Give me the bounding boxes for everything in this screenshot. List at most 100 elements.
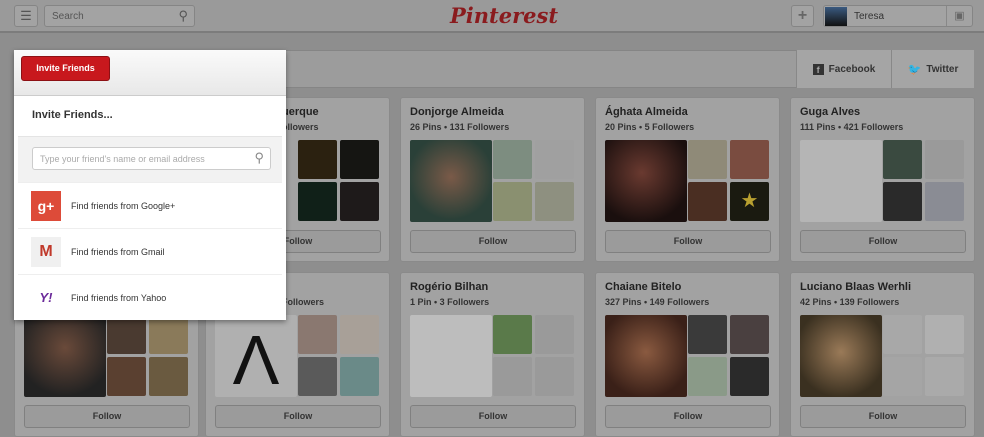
pin-thumb[interactable]	[493, 140, 532, 179]
pin-thumb[interactable]	[535, 357, 574, 396]
invite-friends-popup: Invite Friends Invite Friends... Type yo…	[14, 50, 286, 320]
pin-thumb[interactable]	[730, 315, 769, 354]
pinterest-logo[interactable]: Pinterest	[450, 3, 558, 28]
option-label: Find friends from Google+	[71, 200, 176, 211]
card-name[interactable]: Rogério Bilhan	[410, 281, 488, 293]
user-card: Donjorge Almeida 26 Pins • 131 Followers…	[400, 97, 585, 262]
board-cover[interactable]	[800, 140, 882, 222]
popup-search-area: Type your friend's name or email address…	[18, 136, 282, 182]
board-cover[interactable]: Λ	[215, 315, 297, 399]
pin-thumb[interactable]	[493, 357, 532, 396]
user-card: Rogério Bilhan 1 Pin • 3 Followers Follo…	[400, 272, 585, 437]
card-stats: 20 Pins • 5 Followers	[605, 122, 695, 132]
follow-button[interactable]: Follow	[800, 405, 966, 428]
pin-thumb[interactable]	[688, 182, 727, 221]
find-gmail[interactable]: M Find friends from Gmail	[18, 228, 282, 274]
pin-thumb[interactable]	[298, 182, 337, 221]
pin-thumb[interactable]	[925, 182, 964, 221]
pin-thumb[interactable]	[883, 315, 922, 354]
twitter-icon: 🐦	[907, 63, 922, 76]
friend-search-input[interactable]: Type your friend's name or email address…	[32, 147, 271, 170]
pin-thumb[interactable]	[340, 357, 379, 396]
pin-thumb[interactable]	[883, 182, 922, 221]
board-cover[interactable]	[800, 315, 882, 397]
card-name[interactable]: Donjorge Almeida	[410, 106, 504, 118]
card-stats: 42 Pins • 139 Followers	[800, 297, 900, 307]
pin-thumb[interactable]	[535, 315, 574, 354]
pin-thumb[interactable]	[883, 140, 922, 179]
friend-search-placeholder: Type your friend's name or email address	[40, 154, 205, 164]
card-stats: ollowers	[282, 122, 319, 132]
card-stats: 1 Pin • 3 Followers	[410, 297, 490, 307]
pin-thumb[interactable]	[340, 315, 379, 354]
follow-button[interactable]: Follow	[410, 405, 576, 428]
pin-thumb[interactable]	[107, 315, 146, 354]
follow-button[interactable]: Follow	[410, 230, 576, 253]
follow-button[interactable]: Follow	[605, 230, 771, 253]
popup-header: Invite Friends	[14, 50, 286, 96]
pin-thumb[interactable]	[149, 357, 188, 396]
pin-thumb[interactable]	[493, 315, 532, 354]
board-cover[interactable]	[24, 315, 106, 397]
card-name[interactable]: Guga Alves	[800, 106, 860, 118]
pin-thumb[interactable]	[688, 357, 727, 396]
card-stats: Followers	[282, 297, 325, 307]
card-stats: 26 Pins • 131 Followers	[410, 122, 510, 132]
add-button[interactable]: +	[791, 5, 814, 27]
card-name[interactable]: uerque	[282, 106, 319, 118]
notifications-icon[interactable]: ▣	[946, 6, 972, 26]
pin-thumb[interactable]	[883, 357, 922, 396]
pin-thumb[interactable]	[149, 315, 188, 354]
user-card: Guga Alves 111 Pins • 421 Followers Foll…	[790, 97, 975, 262]
card-name[interactable]: Ághata Almeida	[605, 106, 688, 118]
pin-thumb[interactable]	[688, 315, 727, 354]
pin-thumb[interactable]	[688, 140, 727, 179]
pin-thumb[interactable]	[925, 357, 964, 396]
search-icon: ⚲	[254, 150, 264, 165]
menu-button[interactable]: ☰	[14, 5, 38, 27]
board-cover[interactable]	[605, 315, 687, 397]
invite-friends-button[interactable]: Invite Friends	[21, 56, 110, 81]
option-label: Find friends from Yahoo	[71, 292, 167, 303]
menu-icon: ☰	[20, 8, 32, 23]
pin-thumb[interactable]	[925, 140, 964, 179]
follow-button[interactable]: Follow	[605, 405, 771, 428]
pin-thumb[interactable]: ★	[730, 182, 769, 221]
google-plus-icon: g+	[31, 190, 61, 221]
search-placeholder: Search	[52, 11, 84, 22]
board-cover[interactable]	[605, 140, 687, 222]
pin-thumb[interactable]	[298, 357, 337, 396]
follow-button[interactable]: Follow	[215, 405, 381, 428]
pin-thumb[interactable]	[925, 315, 964, 354]
user-card: Chaiane Bitelo 327 Pins • 149 Followers …	[595, 272, 780, 437]
pin-thumb[interactable]	[107, 357, 146, 396]
follow-button[interactable]: Follow	[800, 230, 966, 253]
find-yahoo[interactable]: Y! Find friends from Yahoo	[18, 274, 282, 320]
gmail-icon: M	[31, 236, 61, 267]
facebook-icon: f	[812, 63, 824, 75]
pin-thumb[interactable]	[535, 182, 574, 221]
user-menu[interactable]: Teresa ▣	[823, 5, 973, 27]
board-cover[interactable]	[410, 140, 492, 222]
pin-thumb[interactable]	[298, 315, 337, 354]
search-input[interactable]: Search ⚲	[44, 5, 195, 27]
pin-thumb[interactable]	[730, 140, 769, 179]
pin-thumb[interactable]	[340, 182, 379, 221]
pin-thumb[interactable]	[298, 140, 337, 179]
option-label: Find friends from Gmail	[71, 246, 165, 257]
pin-thumb[interactable]	[535, 140, 574, 179]
board-cover[interactable]	[410, 315, 492, 397]
search-icon: ⚲	[178, 8, 188, 23]
card-name[interactable]: Chaiane Bitelo	[605, 281, 681, 293]
card-name[interactable]: Luciano Blaas Werhli	[800, 281, 911, 293]
pin-thumb[interactable]	[730, 357, 769, 396]
find-google-plus[interactable]: g+ Find friends from Google+	[18, 182, 282, 228]
facebook-label: Facebook	[828, 63, 876, 75]
facebook-button[interactable]: f Facebook	[796, 50, 891, 88]
follow-button[interactable]: Follow	[24, 405, 190, 428]
top-bar: ☰ Search ⚲ Pinterest + Teresa ▣	[0, 0, 984, 33]
pin-thumb[interactable]	[493, 182, 532, 221]
twitter-button[interactable]: 🐦 Twitter	[891, 50, 974, 88]
pin-thumb[interactable]	[340, 140, 379, 179]
card-stats: 327 Pins • 149 Followers	[605, 297, 710, 307]
